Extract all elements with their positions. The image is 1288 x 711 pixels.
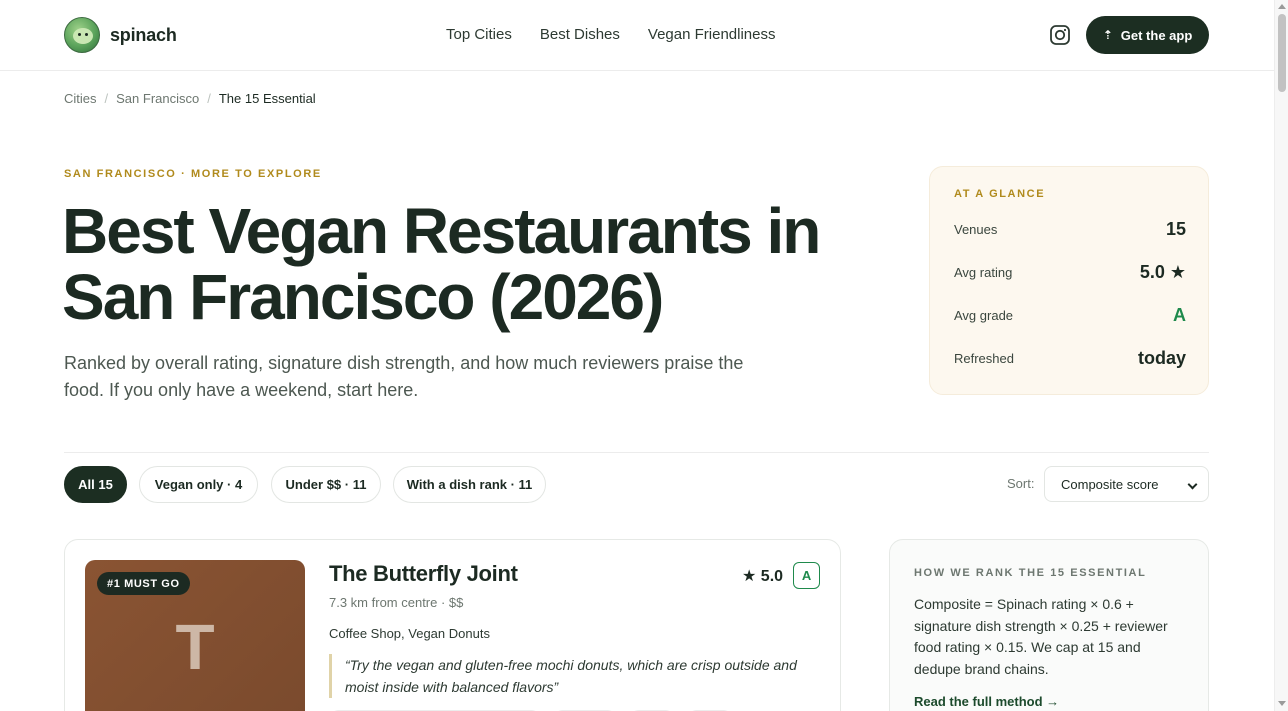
rank-badge: #1 MUST GO — [97, 572, 190, 595]
breadcrumb-separator: / — [207, 91, 211, 106]
brand-name: spinach — [110, 24, 177, 45]
section-divider — [64, 452, 1209, 453]
restaurant-initial: T — [175, 611, 215, 683]
glance-value: 5.0 ★ — [1139, 262, 1186, 282]
glance-row-venues: Venues 15 — [954, 219, 1186, 240]
glance-label: Avg grade — [954, 308, 1014, 323]
grade-badge: A — [793, 562, 821, 589]
restaurant-quote: “Try the vegan and gluten-free mochi don… — [329, 654, 819, 698]
nav-best-dishes[interactable]: Best Dishes — [540, 26, 620, 43]
glance-value: A — [1173, 305, 1186, 325]
sort-value: Composite score — [1061, 476, 1159, 492]
glance-row-avg-grade: Avg grade A — [954, 305, 1186, 326]
breadcrumb-separator: / — [104, 91, 109, 106]
method-title: HOW WE RANK THE 15 ESSENTIAL — [914, 567, 1147, 579]
instagram-icon[interactable] — [1049, 24, 1071, 46]
glance-row-refreshed: Refreshed today — [954, 348, 1186, 369]
glance-title: AT A GLANCE — [954, 188, 1046, 200]
glance-value: 15 — [1165, 219, 1186, 239]
restaurant-name[interactable]: The Butterfly Joint — [329, 561, 518, 587]
filter-chip-vegan-only[interactable]: Vegan only · 4 — [139, 466, 258, 503]
page-title: Best Vegan Restaurants in San Francisco … — [62, 195, 821, 333]
scroll-down-icon[interactable] — [1278, 701, 1286, 706]
restaurant-meta: 7.3 km from centre · $$ — [329, 595, 464, 610]
scroll-up-icon[interactable] — [1278, 4, 1286, 9]
scroll-thumb[interactable] — [1278, 14, 1286, 92]
glance-label: Refreshed — [954, 351, 1014, 366]
at-a-glance-card: AT A GLANCE Venues 15 Avg rating 5.0 ★ A… — [929, 166, 1209, 395]
brand-logo[interactable]: spinach — [64, 17, 177, 53]
filter-chip-with-dish-rank[interactable]: With a dish rank · 11 — [393, 466, 546, 503]
breadcrumb-cities[interactable]: Cities — [64, 91, 97, 106]
breadcrumb-current: The 15 Essential — [218, 91, 316, 106]
glance-label: Avg rating — [954, 265, 1013, 280]
restaurant-categories: Coffee Shop, Vegan Donuts — [329, 626, 490, 641]
restaurant-image[interactable]: T #1 MUST GO — [85, 560, 305, 711]
main-nav: Top Cities Best Dishes Vegan Friendlines… — [446, 26, 776, 43]
read-full-method-link[interactable]: Read the full method → — [914, 694, 1059, 709]
spinach-logo-icon — [64, 17, 100, 53]
ranking-method-card: HOW WE RANK THE 15 ESSENTIAL Composite =… — [889, 539, 1209, 711]
glance-label: Venues — [954, 222, 998, 237]
rating-value: ★ 5.0 — [742, 567, 784, 585]
filter-chip-all[interactable]: All 15 — [64, 466, 127, 503]
sort-label: Sort: — [1007, 476, 1035, 491]
method-body: Composite = Spinach rating × 0.6 + signa… — [914, 596, 1168, 677]
sort-select[interactable]: Composite score — [1044, 466, 1209, 502]
nav-vegan-friendliness[interactable]: Vegan Friendliness — [648, 26, 776, 43]
chevron-down-icon — [1187, 479, 1198, 490]
hero-eyebrow: SAN FRANCISCO · MORE TO EXPLORE — [64, 168, 322, 180]
restaurant-card[interactable]: T #1 MUST GO The Butterfly Joint 7.3 km … — [64, 539, 841, 711]
page-scrollbar[interactable] — [1274, 0, 1288, 711]
glance-value: today — [1137, 348, 1186, 368]
upload-icon: ⇡ — [1102, 28, 1113, 42]
glance-row-avg-rating: Avg rating 5.0 ★ — [954, 262, 1186, 283]
filter-chip-under-price[interactable]: Under $$ · 11 — [271, 466, 381, 503]
get-the-app-label: Get the app — [1120, 27, 1193, 43]
get-the-app-button[interactable]: ⇡ Get the app — [1086, 16, 1209, 54]
breadcrumb-san-francisco[interactable]: San Francisco — [116, 91, 199, 106]
page-subtitle: Ranked by overall rating, signature dish… — [64, 353, 744, 400]
site-header: spinach Top Cities Best Dishes Vegan Fri… — [0, 0, 1274, 71]
breadcrumb: Cities / San Francisco / The 15 Essentia… — [64, 91, 316, 106]
restaurant-rating: ★ 5.0 A — [742, 562, 821, 589]
nav-top-cities[interactable]: Top Cities — [446, 26, 512, 43]
